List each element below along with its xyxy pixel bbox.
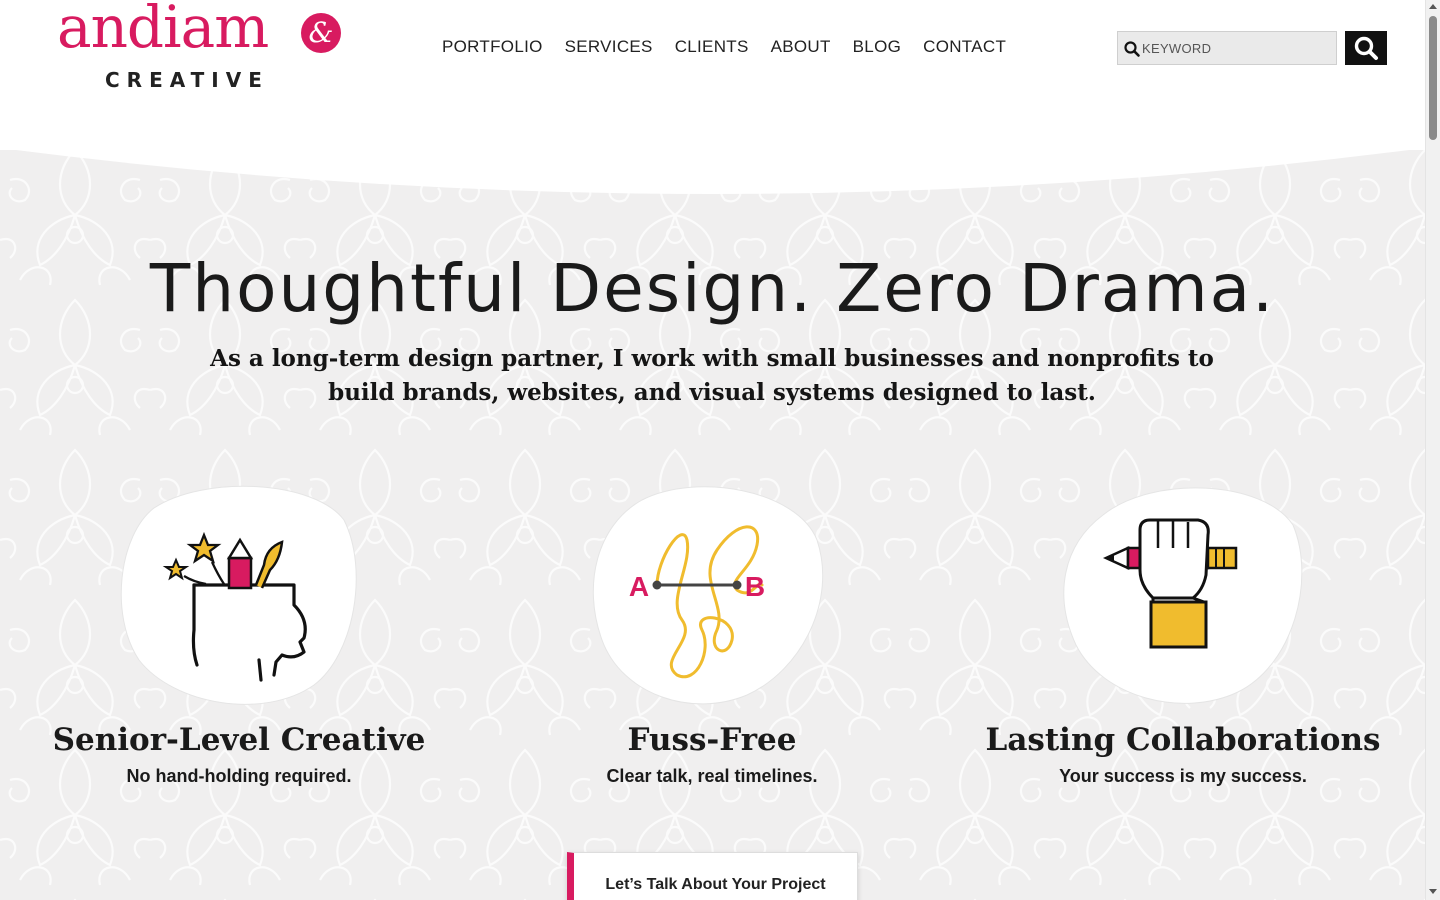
nav-item-about[interactable]: ABOUT xyxy=(771,36,831,58)
logo-wordmark: andiam xyxy=(57,0,269,61)
logo-ampersand-icon: & xyxy=(301,13,341,53)
page-scrollbar[interactable] xyxy=(1425,0,1440,900)
hero-section: Thoughtful Design. Zero Drama. As a long… xyxy=(0,140,1425,900)
nav-item-services[interactable]: SERVICES xyxy=(565,36,653,58)
lets-talk-cta-button[interactable]: Let’s Talk About Your Project xyxy=(567,852,858,900)
a-to-b-path-icon: A B xyxy=(592,486,824,705)
search-icon xyxy=(1124,41,1140,57)
feature-subtitle: No hand-holding required. xyxy=(126,766,352,786)
nav-item-clients[interactable]: CLIENTS xyxy=(675,36,749,58)
label-b: B xyxy=(745,571,765,602)
scroll-thumb[interactable] xyxy=(1429,16,1437,140)
nav-item-contact[interactable]: CONTACT xyxy=(923,36,1006,58)
feature-title: Senior-Level Creative xyxy=(52,722,426,758)
search-submit-button[interactable] xyxy=(1345,31,1387,65)
search-box xyxy=(1117,31,1337,65)
logo-subtitle: CREATIVE xyxy=(105,68,269,92)
scroll-up-arrow-icon[interactable] xyxy=(1429,4,1437,9)
search-input[interactable] xyxy=(1142,32,1334,64)
fist-pencil-icon xyxy=(1063,487,1303,704)
nav-item-blog[interactable]: BLOG xyxy=(853,36,901,58)
site-logo[interactable]: andiam & CREATIVE xyxy=(57,0,347,92)
feature-subtitle: Your success is my success. xyxy=(1059,766,1307,786)
label-a: A xyxy=(629,571,649,602)
nav-item-portfolio[interactable]: PORTFOLIO xyxy=(442,36,543,58)
site-header: andiam & CREATIVE PORTFOLIO SERVICES CLI… xyxy=(0,0,1425,150)
creative-head-icon xyxy=(120,485,357,705)
feature-title: Fuss-Free xyxy=(627,722,797,758)
feature-subtitle: Clear talk, real timelines. xyxy=(606,766,818,786)
scroll-down-arrow-icon[interactable] xyxy=(1429,889,1437,894)
search-icon xyxy=(1354,36,1378,60)
feature-title: Lasting Collaborations xyxy=(985,722,1381,758)
hero-subhead: As a long-term design partner, I work wi… xyxy=(210,345,1214,406)
hero-headline: Thoughtful Design. Zero Drama. xyxy=(149,250,1276,327)
svg-text:&: & xyxy=(309,16,334,49)
main-nav: PORTFOLIO SERVICES CLIENTS ABOUT BLOG CO… xyxy=(442,36,1028,58)
